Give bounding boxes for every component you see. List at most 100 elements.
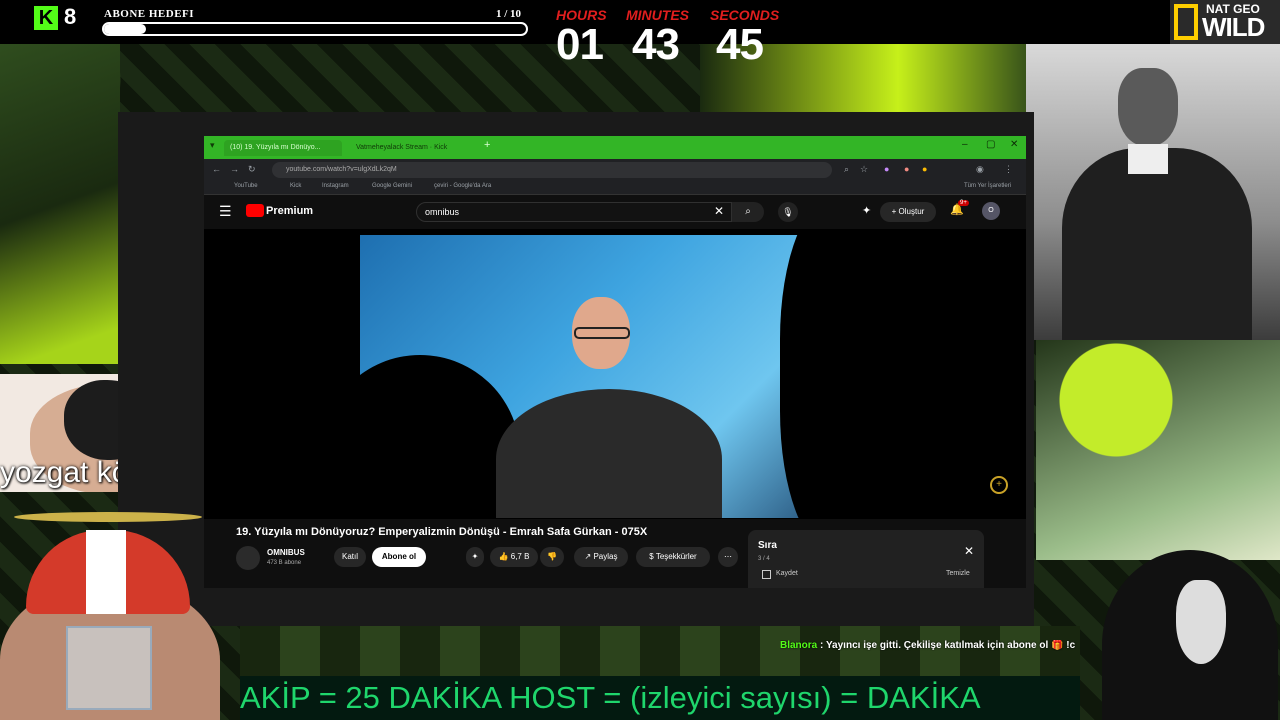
new-tab-icon[interactable]: + [484,139,490,151]
goal-title: ABONE HEDEFI [104,8,195,20]
zoom-icon[interactable]: ⌕ [844,164,849,175]
queue-panel: Sıra 3 / 4 ✕ Kaydet Temizle [748,530,984,588]
chat-message: Blanora : Yayıncı işe gitti. Çekilişe ka… [780,640,1110,651]
minimize-icon[interactable]: – [962,139,968,150]
channel-name[interactable]: OMNIBUS [267,548,305,557]
video-title: 19. Yüzyıla mı Dönüyoruz? Emperyalizmin … [236,526,648,538]
bg-green-tile [0,44,120,364]
maximize-icon[interactable]: ▢ [986,139,995,150]
extension-icon[interactable]: ● [884,164,889,174]
url-bar[interactable]: youtube.com/watch?v=ulgXdLk2qM [272,162,832,178]
speaker-body [496,389,722,518]
stream-scene: K 8 ABONE HEDEFI 1 / 10 HOURS 01 MINUTES… [0,0,1280,720]
youtube-logo-icon[interactable] [246,204,264,217]
kick-follower-count: 8 [64,4,77,29]
queue-title: Sıra [758,540,777,551]
glass-cup [66,626,152,710]
rules-ticker: AKİP = 25 DAKİKA HOST = (izleyici sayısı… [240,676,1080,720]
minutes-value: 43 [632,20,680,69]
more-actions-icon[interactable]: ⋯ [718,547,738,567]
tab-youtube[interactable]: (10) 19. Yüzyıla mı Dönüyo... [224,140,342,156]
extension-icon[interactable]: ● [922,164,927,174]
tab-search-icon[interactable]: ▾ [210,140,215,151]
webcam-left [0,506,244,720]
youtube-search-input[interactable]: omnibus [416,202,732,222]
tab-label: (10) 19. Yüzyıla mı Dönüyo... [230,144,321,151]
goal-progress-fill [104,24,147,34]
menu-dots-icon[interactable]: ⋮ [1004,164,1013,175]
ghost-mask [1176,580,1226,664]
sparkle-icon[interactable]: ✦ [466,547,484,567]
forward-icon[interactable]: → [230,164,239,174]
extension-puzzle-icon[interactable]: ✦ [862,204,871,217]
bookmark-kick[interactable]: Kick [290,183,301,189]
create-button[interactable]: + Oluştur [880,202,936,222]
channel-subscribers: 473 B abone [267,560,302,566]
natgeo-frame-icon [1174,4,1198,40]
join-button[interactable]: Katıl [334,547,366,567]
kick-logo-icon: K [34,6,58,30]
share-button[interactable]: ↗ Paylaş [574,547,628,567]
video-player[interactable]: + [204,229,1026,519]
chat-text: : Yayıncı işe gitti. Çekilişe katılmak i… [820,640,1076,651]
thanks-button[interactable]: $ Teşekkürler [636,547,710,567]
queue-clear-button[interactable]: Temizle [946,570,970,577]
ink-splash [780,235,862,518]
video-frame[interactable] [360,235,862,518]
reload-icon[interactable]: ↻ [248,164,256,175]
extension-icon[interactable]: ● [904,164,909,174]
browser-window: ▾ (10) 19. Yüzyıla mı Dönüyo... Vatmehey… [204,136,1026,588]
hat-stripe [86,530,126,614]
portrait-head [1118,68,1178,146]
queue-close-icon[interactable]: ✕ [964,544,974,558]
hours-value: 01 [556,20,604,69]
tab-kick[interactable]: Vatmeheyalack Stream · Kick [350,140,476,156]
chat-username: Blanora [780,640,818,651]
back-icon[interactable]: ← [212,164,221,174]
portrait-suit [1062,148,1252,340]
top-bar: K 8 ABONE HEDEFI 1 / 10 HOURS 01 MINUTES… [0,0,1280,69]
bg-green-tile [1036,340,1280,560]
propeller-icon [14,512,202,522]
subscribe-button[interactable]: Abone ol [372,547,426,567]
queue-save-checkbox[interactable] [762,570,771,579]
ghostface-overlay [1080,550,1280,720]
star-icon[interactable]: ☆ [860,164,868,175]
bookmark-ceviri[interactable]: çeviri - Google'da Ara [434,183,491,189]
mic-icon[interactable]: 🎙 [778,202,798,222]
bookmark-gemini[interactable]: Google Gemini [372,183,412,189]
tab-label: Vatmeheyalack Stream · Kick [356,144,448,151]
goal-count: 1 / 10 [496,8,522,20]
video-overlay-button-icon[interactable]: + [990,476,1008,494]
speaker-glasses [574,327,630,339]
account-avatar[interactable]: O [982,202,1000,220]
like-count: 6,7 B [510,552,530,561]
goal-progress-bar [102,22,528,36]
clear-search-icon[interactable]: ✕ [714,204,724,218]
share-label: Paylaş [593,552,618,561]
create-label: Oluştur [898,207,925,216]
bg-green-tile [240,626,1080,676]
hamburger-menu-icon[interactable]: ☰ [219,203,232,220]
wild-text: WILD [1202,12,1265,42]
close-window-icon[interactable]: ✕ [1010,139,1018,150]
natgeo-wild-logo: NAT GEO WILD [1170,0,1280,44]
portrait-photo [1026,44,1280,340]
seconds-value: 45 [716,20,764,69]
like-button[interactable]: 👍 6,7 B [490,547,538,567]
dislike-icon[interactable]: 👎 [540,547,564,567]
youtube-header: ☰ Premium omnibus ✕ ⌕ 🎙 ✦ + Oluştur 🔔 9+… [204,195,1026,229]
address-row: ← → ↻ youtube.com/watch?v=ulgXdLk2qM ⌕ ☆… [204,159,1026,181]
search-icon[interactable]: ⌕ [732,202,764,222]
bookmark-instagram[interactable]: Instagram [322,183,349,189]
portrait-collar [1128,144,1168,174]
thanks-label: Teşekkürler [655,552,697,561]
ticker-text: AKİP = 25 DAKİKA HOST = (izleyici sayısı… [240,680,981,715]
profile-icon[interactable]: ◉ [976,164,984,175]
notification-badge: 9+ [958,200,969,206]
tab-bar: ▾ (10) 19. Yüzyıla mı Dönüyo... Vatmehey… [204,136,1026,159]
bookmark-youtube[interactable]: YouTube [234,183,258,189]
youtube-premium-text[interactable]: Premium [266,205,313,217]
queue-save-label[interactable]: Kaydet [776,570,798,577]
bookmark-all[interactable]: Tüm Yer İşaretleri [964,183,1011,189]
